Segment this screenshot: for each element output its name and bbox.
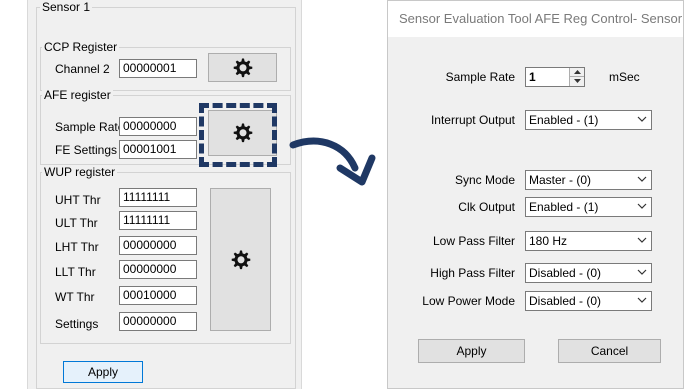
- sample-rate-unit: mSec: [609, 70, 640, 84]
- sync-mode-label: Sync Mode: [454, 173, 515, 187]
- window-title: Sensor Evaluation Tool AFE Reg Control- …: [388, 1, 684, 37]
- low-power-mode-value: Disabled - (0): [529, 294, 602, 308]
- low-pass-filter-value: 180 Hz: [529, 234, 568, 248]
- stepper-down-icon[interactable]: [570, 77, 584, 85]
- chevron-down-icon: [637, 237, 647, 243]
- dialog-apply-button[interactable]: Apply: [418, 339, 525, 363]
- low-pass-filter-select[interactable]: 180 Hz: [525, 231, 652, 251]
- sync-mode-select[interactable]: Master - (0): [525, 170, 652, 190]
- high-pass-filter-label: High Pass Filter: [430, 266, 515, 280]
- stepper-up-icon[interactable]: [570, 68, 584, 77]
- stepper-buttons[interactable]: [569, 68, 584, 86]
- low-power-mode-label: Low Power Mode: [422, 294, 515, 308]
- sample-rate-label: Sample Rate: [445, 70, 515, 84]
- clk-output-value: Enabled - (1): [529, 200, 599, 214]
- chevron-down-icon: [637, 116, 647, 122]
- interrupt-output-select[interactable]: Enabled - (1): [525, 110, 652, 130]
- chevron-down-icon: [637, 269, 647, 275]
- afe-reg-control-window: Sensor Evaluation Tool AFE Reg Control- …: [387, 0, 684, 389]
- chevron-down-icon: [637, 203, 647, 209]
- sample-rate-value: 1: [529, 70, 536, 84]
- dialog-cancel-button[interactable]: Cancel: [558, 339, 661, 363]
- low-power-mode-select[interactable]: Disabled - (0): [525, 291, 652, 311]
- interrupt-output-value: Enabled - (1): [529, 113, 599, 127]
- clk-output-label: Clk Output: [458, 200, 515, 214]
- low-pass-filter-label: Low Pass Filter: [432, 234, 515, 248]
- clk-output-select[interactable]: Enabled - (1): [525, 197, 652, 217]
- sync-mode-value: Master - (0): [529, 173, 592, 187]
- chevron-down-icon: [637, 176, 647, 182]
- chevron-down-icon: [637, 297, 647, 303]
- high-pass-filter-value: Disabled - (0): [529, 266, 602, 280]
- high-pass-filter-select[interactable]: Disabled - (0): [525, 263, 652, 283]
- interrupt-output-label: Interrupt Output: [430, 113, 515, 127]
- sample-rate-stepper[interactable]: 1: [525, 67, 585, 87]
